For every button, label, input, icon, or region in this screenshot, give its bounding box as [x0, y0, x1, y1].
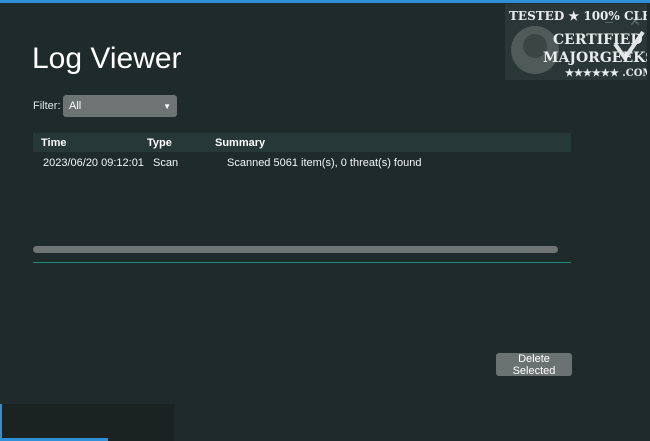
table-header: Time Type Summary — [33, 133, 571, 152]
watermark-line3: MAJORGEEKS — [543, 50, 647, 66]
column-header-time[interactable]: Time — [33, 137, 147, 149]
cell-summary: Scanned 5061 item(s), 0 threat(s) found — [227, 157, 422, 169]
chevron-down-icon: ▼ — [163, 101, 171, 111]
filter-selected-value: All — [69, 100, 82, 112]
certification-watermark: TESTED ★ 100% CLEAN CERTIFIED MAJORGEEKS… — [505, 4, 650, 80]
page-title: Log Viewer — [32, 42, 182, 75]
delete-selected-button[interactable]: Delete Selected — [496, 353, 572, 377]
horizontal-scrollbar[interactable] — [33, 246, 558, 253]
watermark-line4: ★★★★★★ .COM — [565, 68, 647, 79]
watermark-line1: TESTED ★ 100% CLEAN — [509, 9, 647, 23]
bottom-status-panel — [0, 404, 174, 441]
table-row[interactable]: 2023/06/20 09:12:01 Scan Scanned 5061 it… — [33, 152, 571, 174]
column-header-type[interactable]: Type — [147, 137, 215, 149]
filter-dropdown[interactable]: All ▼ — [63, 95, 177, 117]
watermark-line2: CERTIFIED — [553, 32, 642, 48]
window-top-accent — [0, 0, 650, 3]
divider — [33, 262, 571, 263]
cell-type: Scan — [153, 157, 179, 169]
cell-time: 2023/06/20 09:12:01 — [43, 157, 144, 169]
filter-label: Filter: — [33, 100, 61, 112]
column-header-summary[interactable]: Summary — [215, 137, 571, 149]
bottom-accent-left — [0, 404, 2, 441]
log-table: Time Type Summary 2023/06/20 09:12:01 Sc… — [33, 133, 571, 174]
